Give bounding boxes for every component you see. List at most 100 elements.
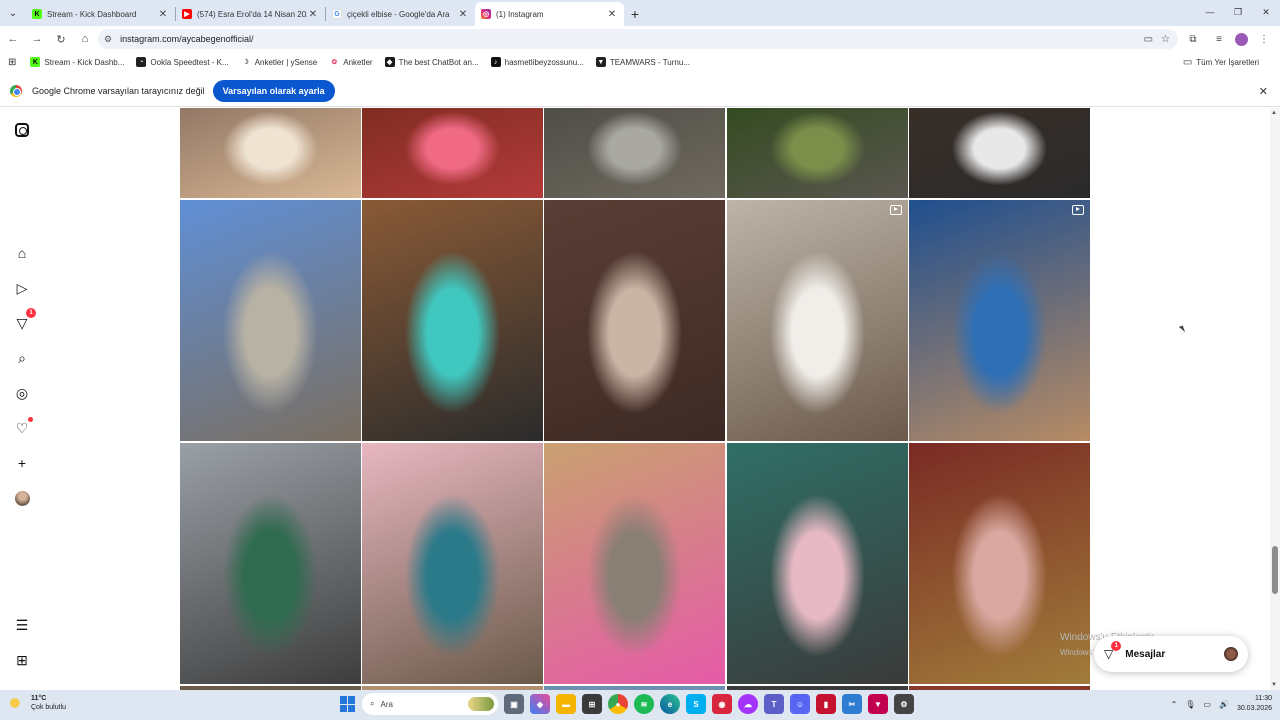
search-icon: ⌕ [370,699,375,708]
apps-icon[interactable]: ⊞ [8,57,16,68]
close-tab-icon[interactable]: ✕ [307,9,319,20]
bookmark-ysense[interactable]: ☽ Anketler | ySense [240,57,317,67]
minimize-icon[interactable]: — [1196,0,1224,24]
bookmark-kick[interactable]: K Stream - Kick Dashb... [30,57,124,67]
back-icon[interactable]: ← [2,28,24,50]
windows-taskbar: 11°C Çok bulutlu ⌕ Ara ▣ ◆ ▬ ⊞ ● ≋ e S ◉… [0,690,1280,720]
post-thumbnail[interactable] [180,108,361,198]
close-tab-icon[interactable]: ✕ [606,9,618,20]
bookmark-star-icon[interactable]: ☆ [1161,34,1170,45]
bookmark-speedtest[interactable]: ◔ Ookla Speedtest - K... [136,57,229,67]
chevron-up-icon[interactable]: ⌃ [1171,700,1178,709]
microphone-icon[interactable]: 🎙 [1185,700,1195,709]
close-window-icon[interactable]: ✕ [1252,0,1280,24]
infobar-text: Google Chrome varsayılan tarayıcınız değ… [32,86,205,96]
survey-icon: ✿ [329,57,340,67]
post-thumbnail[interactable] [362,108,544,198]
extensions-icon[interactable]: ⧉ [1183,29,1203,49]
messages-button[interactable]: ▽ 1 Mesajlar [1094,636,1248,672]
scrollbar[interactable]: ▲ ▼ [1270,108,1280,690]
app-magenta-icon[interactable]: ▼ [868,694,888,714]
post-thumbnail[interactable] [726,443,908,684]
windows-start-icon[interactable] [340,696,356,712]
address-bar[interactable]: ⚙ instagram.com/aycabegenofficial/ ▭ ☆ [98,29,1178,49]
close-tab-icon[interactable]: ✕ [157,9,169,20]
clock[interactable]: 11:30 30.03.2026 [1237,694,1272,714]
home-icon[interactable]: ⌂ [13,244,31,262]
edge-icon[interactable]: e [660,694,680,714]
tab-1[interactable]: ▶ (574) Esra Erol'da 14 Nisan 2026 ✕ [176,2,325,26]
reload-icon[interactable]: ↻ [50,28,72,50]
post-thumbnail[interactable] [908,200,1090,441]
copilot-icon[interactable]: ◆ [530,694,550,714]
messenger-icon[interactable]: ☁ [738,694,758,714]
scroll-down-icon[interactable]: ▼ [1271,682,1277,688]
post-thumbnail[interactable] [180,443,361,684]
tab-2[interactable]: G çiçekli elbise - Google'da Ara ✕ [326,2,475,26]
kick-icon: K [30,57,41,67]
snip-tool-icon[interactable]: ✂ [842,694,862,714]
site-info-icon[interactable]: ⚙ [104,34,112,45]
discord-icon[interactable]: ☺ [790,694,810,714]
teams-icon[interactable]: T [764,694,784,714]
home-icon[interactable]: ⌂ [74,28,96,50]
create-icon[interactable]: + [13,454,31,472]
new-tab-button[interactable]: + [624,2,646,26]
weather-widget[interactable]: 11°C Çok bulutlu [10,694,66,712]
bookmark-tiktok[interactable]: ♪ hasmetlibeyzossunu... [490,57,584,67]
forward-icon[interactable]: → [26,28,48,50]
set-default-button[interactable]: Varsayılan olarak ayarla [212,80,335,102]
bookmark-anketler[interactable]: ✿ Anketler [329,57,373,67]
notifications-icon[interactable]: ♡ [13,417,33,437]
tab-0[interactable]: K Stream - Kick Dashboard ✕ [26,2,175,26]
task-view-icon[interactable]: ▣ [504,694,524,714]
tab-3[interactable]: ◎ (1) Instagram ✕ [475,2,624,26]
post-thumbnail[interactable] [362,443,544,684]
scroll-up-icon[interactable]: ▲ [1271,110,1277,116]
post-thumbnail[interactable] [362,200,544,441]
bookmark-chatbot[interactable]: ◆ The best ChatBot an... [384,57,479,67]
search-icon[interactable]: ⌕ [13,349,31,367]
app-store-red-icon[interactable]: ▮ [816,694,836,714]
profile-avatar[interactable] [13,489,31,507]
app-red-icon[interactable]: ◉ [712,694,732,714]
skype-icon[interactable]: S [686,694,706,714]
explore-icon[interactable]: ◎ [13,384,31,402]
maximize-icon[interactable]: ❐ [1224,0,1252,24]
menu-icon[interactable]: ⋮ [1254,29,1274,49]
ysense-icon: ☽ [240,57,251,67]
all-bookmarks[interactable]: ▭ Tüm Yer İşaretleri [1183,57,1259,68]
post-thumbnail[interactable] [544,443,726,684]
post-thumbnail[interactable] [726,200,908,441]
settings-icon[interactable]: ⚙ [894,694,914,714]
post-thumbnail[interactable] [726,108,908,198]
post-thumbnail[interactable] [180,200,361,441]
scroll-thumb[interactable] [1272,546,1278,594]
cast-icon[interactable]: ▭ [1144,34,1153,45]
close-icon[interactable]: ✕ [1259,85,1268,98]
profile-avatar[interactable] [1235,32,1248,46]
post-thumbnail[interactable] [544,200,726,441]
spotify-icon[interactable]: ≋ [634,694,654,714]
bookmark-teamwars[interactable]: ▼ TEAMWARS - Turnu... [595,57,690,67]
sound-icon[interactable]: 🔊 [1219,700,1229,709]
bookmark-label: The best ChatBot an... [398,57,479,67]
reels-icon[interactable]: ▷ [13,279,31,297]
bookmark-label: Anketler [343,57,373,67]
post-thumbnail[interactable] [544,108,726,198]
direct-messages-icon[interactable]: ▽ 1 [13,308,36,332]
instagram-logo-icon[interactable] [13,121,31,139]
media-icon[interactable]: ≡ [1209,29,1229,49]
chrome-icon[interactable]: ● [608,694,628,714]
kick-icon: K [32,9,42,19]
tab-search-icon[interactable]: ⌄ [0,0,26,26]
file-explorer-icon[interactable]: ▬ [556,694,576,714]
network-icon[interactable]: ▭ [1203,700,1211,709]
more-menu-icon[interactable]: ☰ [13,616,31,634]
also-from-meta-icon[interactable]: ⊞ [13,651,31,669]
post-thumbnail[interactable] [908,108,1090,198]
messages-avatar [1224,647,1238,661]
close-tab-icon[interactable]: ✕ [457,9,469,20]
taskbar-search[interactable]: ⌕ Ara [362,693,498,715]
store-icon[interactable]: ⊞ [582,694,602,714]
